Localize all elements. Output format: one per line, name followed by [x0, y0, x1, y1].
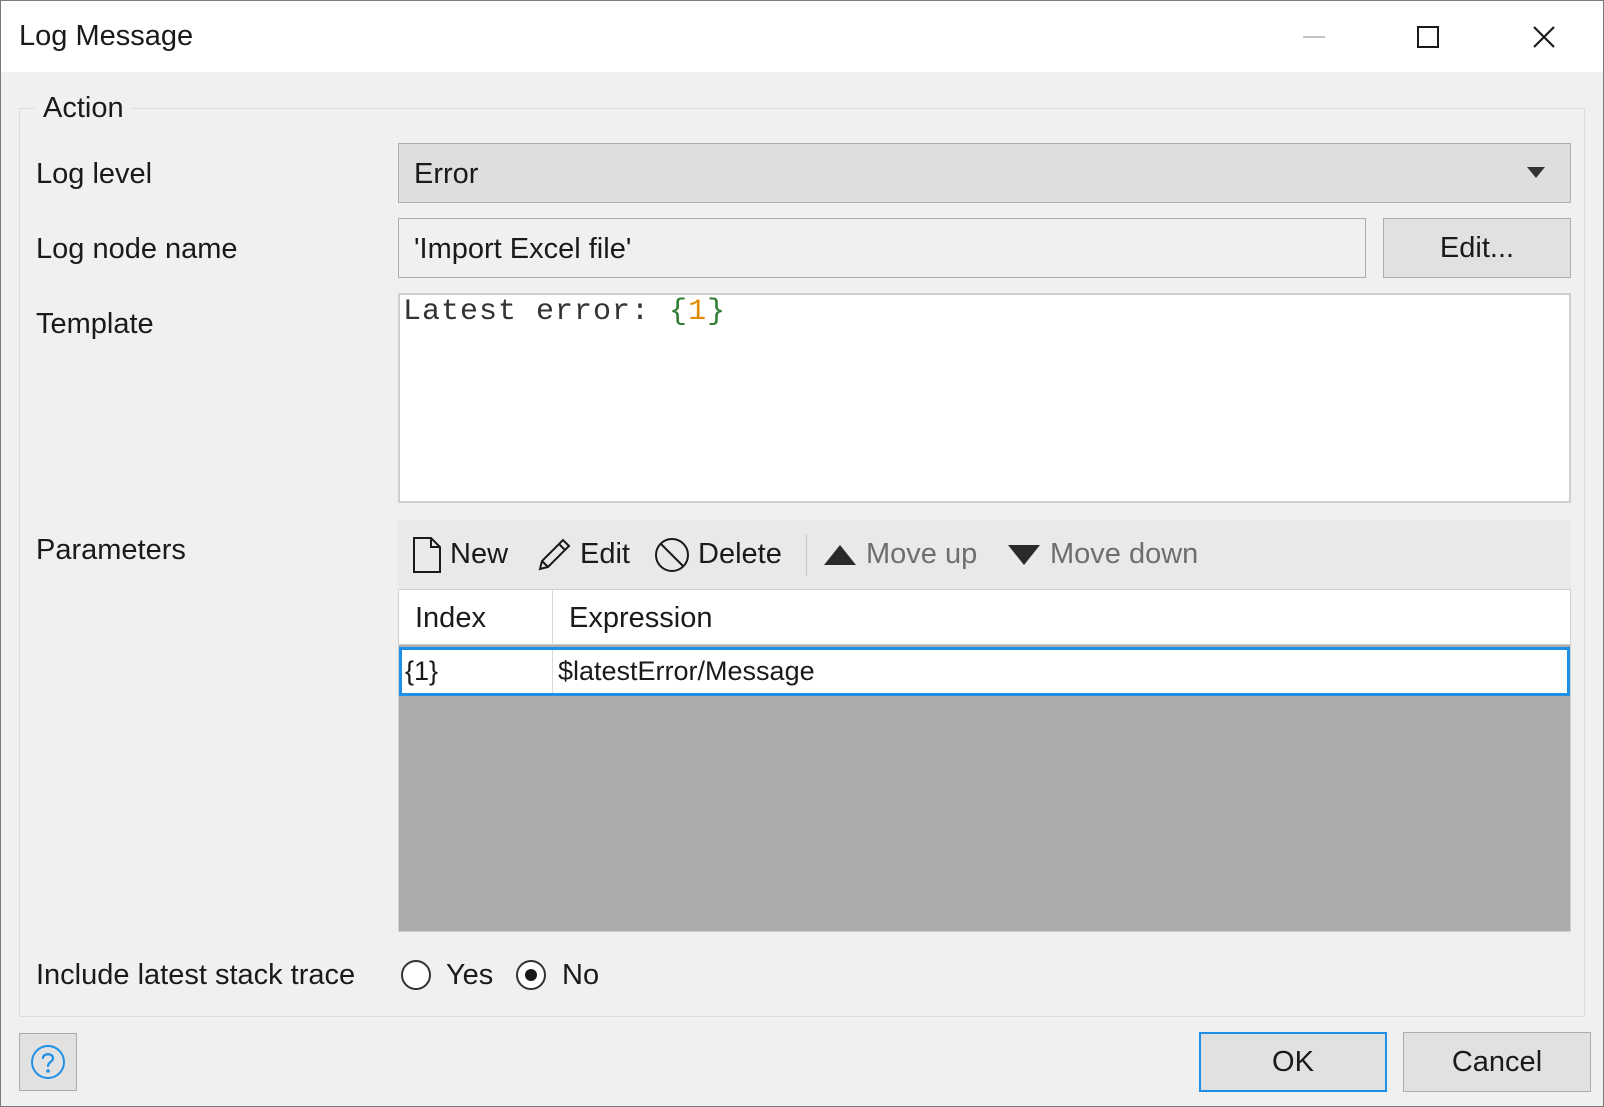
log-level-dropdown[interactable]: Error: [398, 143, 1571, 203]
close-icon: [1533, 25, 1555, 48]
cell-divider: [552, 650, 553, 693]
grid-header: Index Expression: [399, 590, 1570, 645]
prohibited-icon: [655, 537, 689, 572]
delete-button[interactable]: Delete: [654, 520, 782, 589]
maximize-button[interactable]: [1373, 1, 1483, 72]
move-down-button-label: Move down: [1050, 538, 1199, 570]
parameters-toolbar: New Edit Delete Move up Move down: [398, 520, 1571, 589]
table-row[interactable]: {1} $latestError/Message: [399, 647, 1570, 696]
ok-button[interactable]: OK: [1199, 1032, 1387, 1092]
stack-trace-yes-radio[interactable]: [401, 960, 431, 990]
new-button-label: New: [450, 538, 509, 570]
title-bar: Log Message: [1, 1, 1603, 72]
maximize-icon: [1417, 25, 1439, 48]
chevron-down-icon: [1527, 167, 1545, 178]
minimize-icon: [1303, 35, 1325, 38]
new-button[interactable]: New: [412, 520, 508, 589]
radio-selected-dot: [525, 969, 537, 981]
cell-expression: $latestError/Message: [558, 656, 815, 686]
help-button[interactable]: [19, 1033, 77, 1091]
cancel-button[interactable]: Cancel: [1403, 1032, 1591, 1092]
template-close-brace: }: [707, 295, 727, 329]
help-icon: [31, 1045, 65, 1079]
triangle-down-icon: [1008, 544, 1040, 565]
template-editor[interactable]: Latest error: {1}: [398, 293, 1571, 503]
window-title: Log Message: [19, 20, 194, 52]
log-node-name-value: 'Import Excel file': [414, 233, 632, 265]
stack-trace-yes-label[interactable]: Yes: [446, 959, 493, 992]
log-message-dialog: Log Message Action Log level Error Log n…: [0, 0, 1604, 1107]
edit-log-node-button[interactable]: Edit...: [1383, 218, 1571, 278]
toolbar-separator: [806, 534, 807, 576]
minimize-button[interactable]: [1259, 1, 1369, 72]
delete-button-label: Delete: [698, 538, 782, 570]
triangle-up-icon: [824, 544, 856, 565]
pencil-icon: [538, 538, 571, 570]
column-header-index[interactable]: Index: [415, 602, 486, 635]
close-button[interactable]: [1489, 1, 1599, 72]
action-group-legend: Action: [35, 92, 132, 125]
parameters-label: Parameters: [36, 534, 186, 566]
template-label: Template: [36, 308, 154, 340]
move-down-button[interactable]: Move down: [1006, 520, 1198, 589]
template-text-prefix: Latest error:: [403, 295, 670, 329]
template-text: Latest error: {1}: [403, 295, 726, 329]
log-level-value: Error: [414, 158, 479, 190]
log-node-name-field[interactable]: 'Import Excel file': [398, 218, 1366, 278]
column-divider[interactable]: [552, 590, 553, 645]
column-header-expression[interactable]: Expression: [569, 602, 712, 635]
stack-trace-label: Include latest stack trace: [36, 959, 356, 991]
parameters-grid[interactable]: Index Expression {1} $latestError/Messag…: [398, 589, 1571, 932]
edit-button[interactable]: Edit: [536, 520, 630, 589]
log-level-label: Log level: [36, 158, 153, 190]
stack-trace-no-radio[interactable]: [516, 960, 546, 990]
template-open-brace: {: [669, 295, 689, 329]
document-icon: [413, 536, 441, 573]
move-up-button-label: Move up: [866, 538, 978, 570]
template-param-index: 1: [688, 295, 708, 329]
log-node-name-label: Log node name: [36, 233, 238, 265]
move-up-button[interactable]: Move up: [822, 520, 977, 589]
stack-trace-no-label[interactable]: No: [562, 959, 599, 992]
edit-button-label: Edit: [580, 538, 630, 570]
cell-index: {1}: [405, 656, 439, 686]
